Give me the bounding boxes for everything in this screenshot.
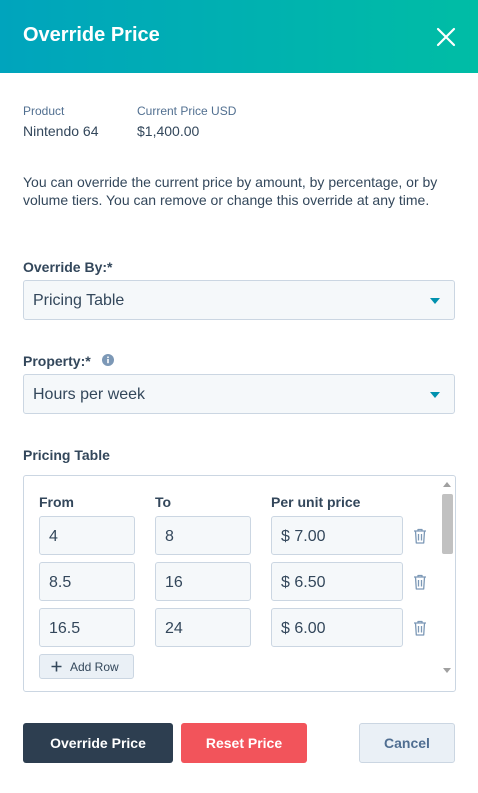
trash-icon[interactable]	[413, 574, 427, 590]
to-input[interactable]: 16	[155, 562, 251, 601]
price-value: $ 6.50	[281, 574, 326, 591]
table-scrollbar[interactable]	[437, 476, 455, 691]
trash-icon[interactable]	[413, 528, 427, 544]
plus-icon	[51, 661, 62, 672]
to-value: 24	[165, 620, 183, 637]
product-value: Nintendo 64	[23, 123, 99, 139]
scroll-down-arrow-icon[interactable]	[443, 668, 451, 673]
override-description: You can override the current price by am…	[23, 174, 438, 208]
from-value: 4	[49, 528, 58, 545]
override-by-value: Pricing Table	[33, 292, 125, 309]
chevron-down-icon	[430, 298, 440, 304]
current-price-value: $1,400.00	[137, 123, 200, 139]
from-value: 16.5	[49, 620, 81, 637]
product-label: Product	[23, 104, 65, 118]
add-row-label: Add Row	[70, 660, 119, 674]
to-input[interactable]: 8	[155, 516, 251, 555]
to-input[interactable]: 24	[155, 608, 251, 647]
to-value: 8	[165, 528, 174, 545]
from-input[interactable]: 4	[39, 516, 135, 555]
override-by-select[interactable]: Pricing Table	[23, 280, 455, 320]
pricing-table-label: Pricing Table	[23, 447, 110, 463]
from-value: 8.5	[49, 574, 72, 591]
override-price-button[interactable]: Override Price	[23, 723, 173, 763]
price-input[interactable]: $ 6.00	[271, 608, 403, 647]
scroll-thumb[interactable]	[442, 494, 453, 554]
trash-icon[interactable]	[413, 620, 427, 636]
dialog-header: Override Price	[0, 0, 478, 73]
info-icon[interactable]	[102, 354, 114, 366]
column-header-price: Per unit price	[271, 494, 361, 510]
to-value: 16	[165, 574, 183, 591]
close-button[interactable]	[434, 25, 458, 49]
property-value: Hours per week	[33, 386, 146, 403]
override-by-label: Override By:*	[23, 259, 113, 275]
reset-price-button[interactable]: Reset Price	[181, 723, 307, 763]
price-input[interactable]: $ 6.50	[271, 562, 403, 601]
add-row-button[interactable]: Add Row	[39, 654, 134, 679]
price-value: $ 7.00	[281, 528, 326, 545]
pricing-table-panel: From To Per unit price 4 8 $ 7.00 8.5 16…	[23, 475, 456, 692]
property-select[interactable]: Hours per week	[23, 374, 455, 414]
price-input[interactable]: $ 7.00	[271, 516, 403, 555]
from-input[interactable]: 8.5	[39, 562, 135, 601]
cancel-button[interactable]: Cancel	[359, 723, 455, 763]
close-icon	[436, 27, 456, 47]
current-price-label: Current Price USD	[137, 104, 237, 118]
from-input[interactable]: 16.5	[39, 608, 135, 647]
column-header-to: To	[155, 494, 172, 510]
property-label: Property:*	[23, 353, 91, 369]
scroll-up-arrow-icon[interactable]	[443, 482, 451, 487]
column-header-from: From	[39, 494, 74, 510]
chevron-down-icon	[430, 392, 440, 398]
price-value: $ 6.00	[281, 620, 326, 637]
dialog-title: Override Price	[23, 24, 160, 46]
